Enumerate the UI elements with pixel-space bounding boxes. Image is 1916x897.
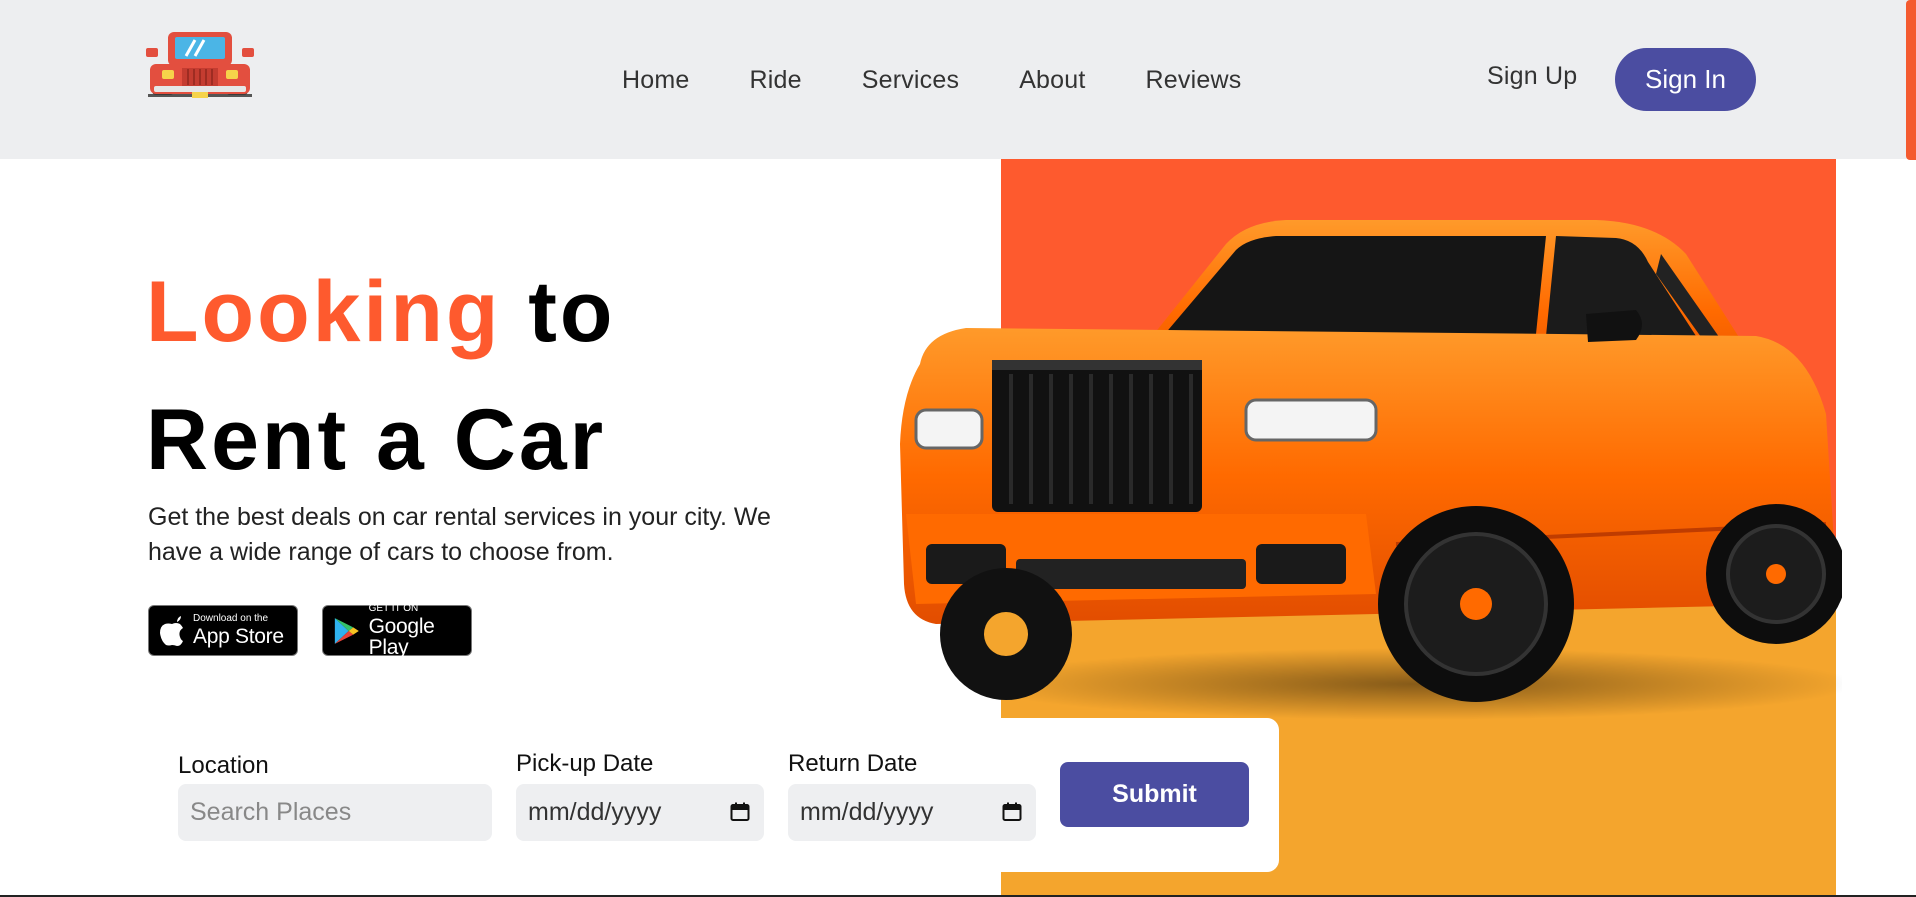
nav-reviews[interactable]: Reviews xyxy=(1146,66,1242,95)
pickup-date-field[interactable]: mm/dd/yyyy xyxy=(516,784,764,841)
nav-about[interactable]: About xyxy=(1019,66,1085,95)
app-store-button[interactable]: Download on the App Store xyxy=(148,605,298,656)
jeep-logo-icon[interactable] xyxy=(146,30,254,120)
sign-in-button[interactable]: Sign In xyxy=(1615,48,1756,111)
headline-line2: Rent a Car xyxy=(146,392,607,488)
calendar-icon[interactable] xyxy=(730,802,750,822)
location-search-input[interactable] xyxy=(178,784,492,841)
google-play-big: Google Play xyxy=(368,614,435,659)
pickup-date-value: mm/dd/yyyy xyxy=(528,798,662,826)
sign-up-link[interactable]: Sign Up xyxy=(1487,62,1577,91)
calendar-icon[interactable] xyxy=(1002,802,1022,822)
location-label: Location xyxy=(178,752,269,779)
hero-subtext: Get the best deals on car rental service… xyxy=(148,503,771,566)
top-navbar: Home Ride Services About Reviews Sign Up… xyxy=(0,0,1916,160)
page: Home Ride Services About Reviews Sign Up… xyxy=(0,0,1916,897)
scrollbar-thumb[interactable] xyxy=(1906,0,1916,160)
nav-home[interactable]: Home xyxy=(622,66,690,95)
app-store-small: Download on the xyxy=(193,613,269,624)
apple-icon xyxy=(160,615,183,646)
google-play-small: GET IT ON xyxy=(368,602,419,614)
return-date-value: mm/dd/yyyy xyxy=(800,798,934,826)
nav-ride[interactable]: Ride xyxy=(750,66,802,95)
orange-suv-image xyxy=(900,220,1842,720)
headline-accent: Looking xyxy=(146,264,502,360)
pickup-date-label: Pick-up Date xyxy=(516,750,654,777)
hero-headline: Looking to Rent a Car xyxy=(146,248,615,504)
return-date-label: Return Date xyxy=(788,750,918,777)
main-nav: Home Ride Services About Reviews xyxy=(622,62,1241,98)
google-play-button[interactable]: GET IT ON Google Play xyxy=(322,602,472,659)
submit-button[interactable]: Submit xyxy=(1060,762,1249,827)
headline-rest: to xyxy=(501,264,616,360)
app-store-big: App Store xyxy=(193,625,284,648)
return-date-field[interactable]: mm/dd/yyyy xyxy=(788,784,1036,841)
google-play-icon xyxy=(334,617,359,644)
nav-services[interactable]: Services xyxy=(862,66,959,95)
